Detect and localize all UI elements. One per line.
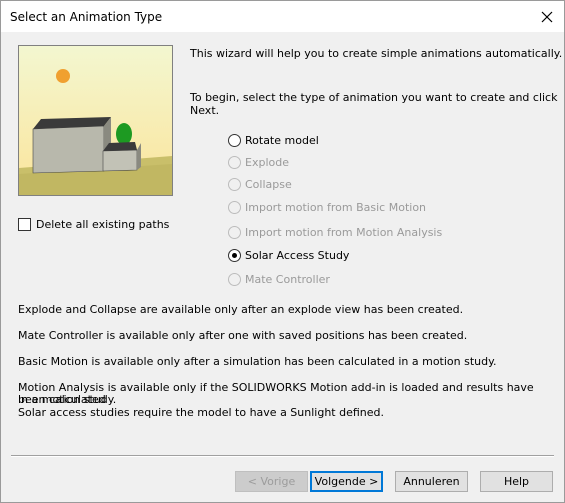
option-mate-controller[interactable]: Mate Controller [228, 271, 330, 287]
close-icon [541, 11, 553, 22]
option-label: Solar Access Study [245, 248, 350, 262]
radio-button[interactable] [228, 200, 241, 214]
animation-wizard-dialog: Select an Animation Type This wizard wil… [0, 0, 565, 503]
option-import-basic-motion[interactable]: Import motion from Basic Motion [228, 199, 426, 215]
option-label: Rotate model [245, 133, 319, 147]
window-title: Select an Animation Type [10, 10, 163, 24]
note-solar-access: Solar access studies require the model t… [18, 406, 385, 419]
separator [11, 455, 554, 457]
note-basic-motion: Basic Motion is available only after a s… [18, 355, 497, 368]
option-rotate-model[interactable]: Rotate model [228, 132, 319, 148]
option-explode[interactable]: Explode [228, 154, 289, 170]
animation-preview-image [18, 45, 173, 196]
option-label: Explode [245, 155, 289, 169]
radio-button[interactable] [228, 177, 241, 191]
option-collapse[interactable]: Collapse [228, 176, 292, 192]
note-explode-collapse: Explode and Collapse are available only … [18, 303, 464, 316]
radio-button[interactable] [228, 155, 241, 169]
tree-icon [116, 123, 132, 145]
cancel-button[interactable]: Annuleren [395, 471, 468, 492]
delete-paths-label: Delete all existing paths [36, 217, 170, 231]
option-import-motion-analysis[interactable]: Import motion from Motion Analysis [228, 224, 442, 240]
delete-paths-checkbox-row[interactable]: Delete all existing paths [18, 217, 169, 231]
option-label: Import motion from Motion Analysis [245, 225, 443, 239]
radio-button[interactable] [228, 248, 241, 262]
note-motion-analysis-2: in a motion study. [18, 393, 117, 406]
delete-paths-checkbox[interactable] [18, 217, 31, 231]
help-button[interactable]: Help [480, 471, 553, 492]
instruction-text: To begin, select the type of animation y… [190, 91, 558, 117]
option-label: Collapse [245, 177, 292, 191]
house-scene-illustration [19, 46, 172, 195]
note-mate-controller: Mate Controller is available only after … [18, 329, 468, 342]
radio-button[interactable] [228, 272, 241, 286]
title-bar: Select an Animation Type [1, 1, 564, 32]
radio-button[interactable] [228, 225, 241, 239]
option-solar-access-study[interactable]: Solar Access Study [228, 247, 349, 263]
close-button[interactable] [530, 1, 564, 32]
option-label: Import motion from Basic Motion [245, 200, 427, 214]
option-label: Mate Controller [245, 272, 330, 286]
radio-button[interactable] [228, 133, 241, 147]
sun-icon [56, 69, 70, 83]
back-button[interactable]: < Vorige [235, 471, 308, 492]
intro-text: This wizard will help you to create simp… [190, 47, 563, 60]
next-button[interactable]: Volgende > [310, 471, 383, 492]
